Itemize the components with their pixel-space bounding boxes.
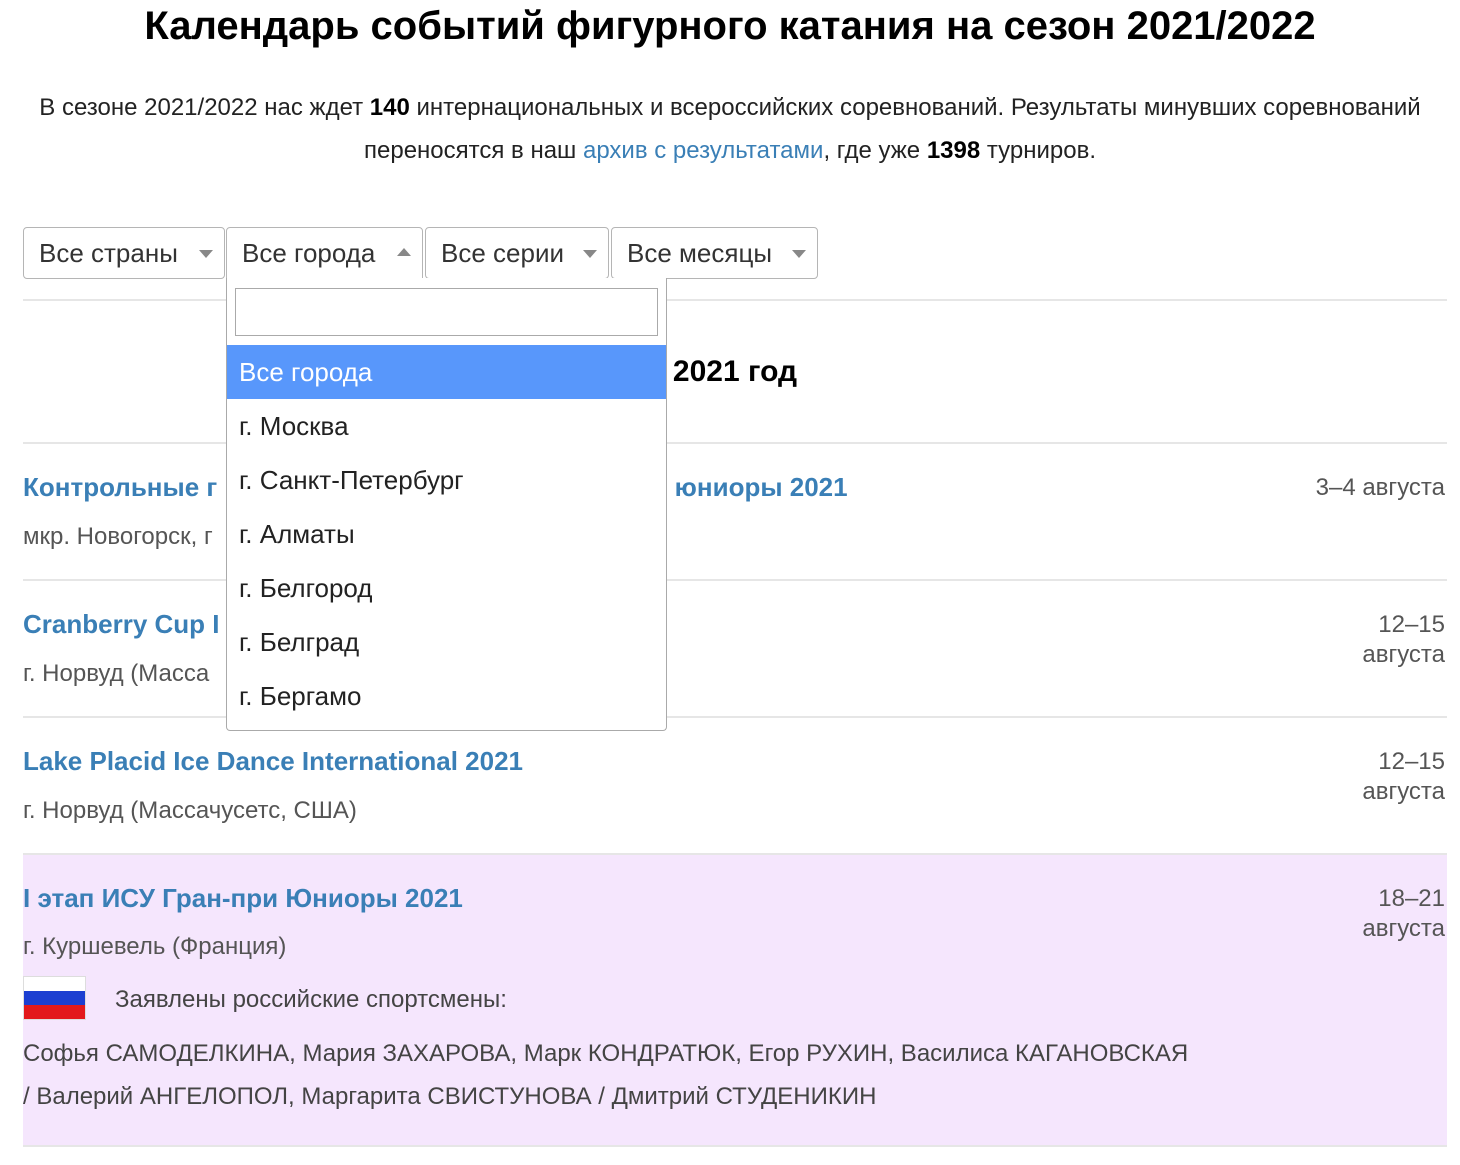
page-title: Календарь событий фигурного катания на с… <box>144 4 1316 48</box>
archive-link[interactable]: архив с результатами <box>583 137 823 164</box>
event-title-link[interactable]: I этап ИСУ Гран-при Юниоры 2021 <box>23 883 463 914</box>
event-title-part[interactable]: Контрольные г <box>23 472 217 502</box>
intro-part1: В сезоне 2021/2022 нас ждет <box>39 94 370 121</box>
chevron-down-icon <box>792 250 806 258</box>
city-option[interactable]: Все города <box>227 345 666 399</box>
city-filter-select[interactable]: Все города <box>226 227 423 279</box>
event-date: 3–4 августа <box>1315 474 1445 501</box>
event-place: мкр. Новогорск, г <box>23 523 213 550</box>
series-filter-select[interactable]: Все серии <box>425 227 609 279</box>
event-date-days: 12–15 <box>1378 748 1445 775</box>
city-option[interactable]: г. Белград <box>227 615 666 669</box>
event-date-month: августа <box>1362 778 1445 805</box>
event-title-link[interactable]: Cranberry Cup I <box>23 609 220 640</box>
event-date-month: августа <box>1362 915 1445 942</box>
city-dropdown: Все города г. Москва г. Санкт-Петербург … <box>226 278 667 731</box>
event-date: 12–15 августа <box>1285 610 1445 670</box>
event-date-days: 18–21 <box>1378 885 1445 912</box>
archive-count: 1398 <box>926 137 981 164</box>
russia-flag-icon <box>24 977 85 1019</box>
divider <box>23 1145 1447 1147</box>
athletes-line: Софья САМОДЕЛКИНА, Мария ЗАХАРОВА, Марк … <box>23 1040 1189 1067</box>
city-option[interactable]: г. Белгород <box>227 561 666 615</box>
event-title-part[interactable]: , юниоры 2021 <box>660 472 847 502</box>
event-place: г. Норвуд (Масса <box>23 660 210 687</box>
declared-athletes-label: Заявлены российские спортсмены: <box>115 986 507 1013</box>
event-date-days: 12–15 <box>1378 611 1445 638</box>
month-filter-label: Все месяцы <box>627 238 773 268</box>
event-place: г. Куршевель (Франция) <box>23 933 287 960</box>
country-filter-select[interactable]: Все страны <box>23 227 225 279</box>
series-filter-label: Все серии <box>441 238 564 268</box>
intro-part3: , где уже <box>823 137 927 164</box>
event-date: 18–21 августа <box>1285 884 1445 944</box>
competitions-count: 140 <box>369 94 410 121</box>
intro-text: В сезоне 2021/2022 нас ждет 140 интернац… <box>20 86 1440 172</box>
event-title-link[interactable]: Lake Placid Ice Dance International 2021 <box>23 746 523 777</box>
city-option[interactable]: г. Санкт-Петербург <box>227 453 666 507</box>
city-option[interactable]: г. Алматы <box>227 507 666 561</box>
event-date: 12–15 августа <box>1285 747 1445 807</box>
city-search-input[interactable] <box>235 288 658 336</box>
intro-part4: турниров. <box>980 137 1096 164</box>
country-filter-label: Все страны <box>39 238 178 268</box>
month-filter-select[interactable]: Все месяцы <box>611 227 818 279</box>
athletes-line: / Валерий АНГЕЛОПОЛ, Маргарита СВИСТУНОВ… <box>23 1083 877 1110</box>
city-option[interactable]: г. Москва <box>227 399 666 453</box>
event-place: г. Норвуд (Массачусетс, США) <box>23 797 357 824</box>
chevron-down-icon <box>583 250 597 258</box>
city-option[interactable]: г. Бергамо <box>227 669 666 723</box>
athletes-list: Софья САМОДЕЛКИНА, Мария ЗАХАРОВА, Марк … <box>23 1032 1293 1118</box>
chevron-up-icon <box>397 248 411 256</box>
chevron-down-icon <box>199 250 213 258</box>
city-filter-label: Все города <box>242 238 376 268</box>
event-date-month: августа <box>1362 641 1445 668</box>
